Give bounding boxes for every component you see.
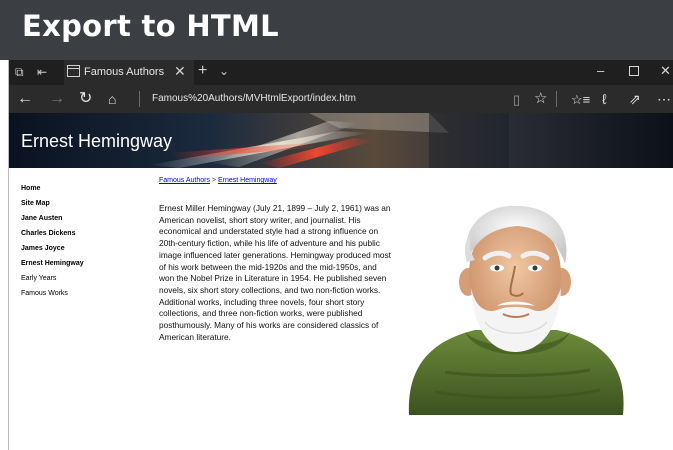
more-icon[interactable]: ⋯ bbox=[657, 90, 671, 108]
browser-window: ⧉ ⇤ Famous Authors ✕ + ⌄ – ✕ ← → ↻ ⌂ Fam… bbox=[8, 60, 673, 450]
tab-bar: ⧉ ⇤ Famous Authors ✕ + ⌄ – ✕ bbox=[9, 60, 673, 85]
sidebar-item-ernest-hemingway[interactable]: Ernest Hemingway bbox=[21, 256, 84, 271]
web-note-icon[interactable]: ℓ bbox=[602, 90, 607, 108]
sidebar-item-jane-austen[interactable]: Jane Austen bbox=[21, 211, 84, 226]
web-page: Ernest Hemingway Home Site Map Jane Aust… bbox=[9, 113, 673, 450]
set-aside-tabs-icon[interactable]: ⇤ bbox=[37, 65, 47, 79]
hemingway-portrait-image bbox=[408, 205, 624, 415]
reading-view-icon[interactable]: ▯ bbox=[513, 91, 520, 109]
back-icon[interactable]: ← bbox=[17, 90, 33, 108]
page-banner: Ernest Hemingway bbox=[9, 113, 673, 168]
sidebar-item-home[interactable]: Home bbox=[21, 181, 84, 196]
home-icon[interactable]: ⌂ bbox=[108, 90, 116, 108]
share-icon[interactable]: ⇗ bbox=[629, 90, 641, 108]
breadcrumb: Famous Authors > Ernest Hemingway bbox=[159, 177, 277, 184]
toolbar-divider bbox=[139, 91, 140, 107]
tab-page-icon bbox=[67, 65, 80, 77]
article-text: Ernest Miller Hemingway (July 21, 1899 –… bbox=[159, 203, 391, 342]
navigation-bar: ← → ↻ ⌂ Famous%20Authors/MVHtmlExport/in… bbox=[9, 85, 673, 113]
tab-preview-icon[interactable]: ⧉ bbox=[15, 65, 24, 79]
close-icon[interactable]: ✕ bbox=[174, 63, 186, 80]
slide-title-bar: Export to HTML bbox=[0, 0, 673, 60]
tab-menu-icon[interactable]: ⌄ bbox=[219, 64, 229, 78]
forward-icon[interactable]: → bbox=[49, 90, 65, 108]
sidebar-item-charles-dickens[interactable]: Charles Dickens bbox=[21, 226, 84, 241]
tab-famous-authors[interactable]: Famous Authors ✕ bbox=[64, 60, 194, 85]
slide-title: Export to HTML bbox=[22, 9, 279, 43]
close-window-icon[interactable]: ✕ bbox=[660, 63, 671, 79]
sidebar-item-site-map[interactable]: Site Map bbox=[21, 196, 84, 211]
tab-label: Famous Authors bbox=[84, 66, 165, 78]
breadcrumb-link-famous-authors[interactable]: Famous Authors bbox=[159, 177, 210, 184]
sidebar-item-early-years[interactable]: Early Years bbox=[21, 271, 84, 286]
toolbar-divider bbox=[556, 91, 557, 107]
sidebar-item-james-joyce[interactable]: James Joyce bbox=[21, 241, 84, 256]
breadcrumb-link-ernest-hemingway[interactable]: Ernest Hemingway bbox=[218, 177, 277, 184]
new-tab-icon[interactable]: + bbox=[198, 62, 207, 80]
minimize-icon[interactable]: – bbox=[597, 63, 604, 78]
sidebar-item-famous-works[interactable]: Famous Works bbox=[21, 286, 84, 301]
sidebar-nav: Home Site Map Jane Austen Charles Dicken… bbox=[21, 181, 84, 301]
address-bar[interactable]: Famous%20Authors/MVHtmlExport/index.htm bbox=[152, 93, 356, 104]
favorites-hub-icon[interactable]: ☆≡ bbox=[571, 91, 590, 109]
maximize-icon[interactable] bbox=[629, 66, 639, 76]
refresh-icon[interactable]: ↻ bbox=[79, 90, 92, 108]
favorite-star-icon[interactable]: ☆ bbox=[534, 90, 547, 108]
breadcrumb-separator: > bbox=[211, 177, 217, 184]
banner-title: Ernest Hemingway bbox=[21, 131, 173, 151]
